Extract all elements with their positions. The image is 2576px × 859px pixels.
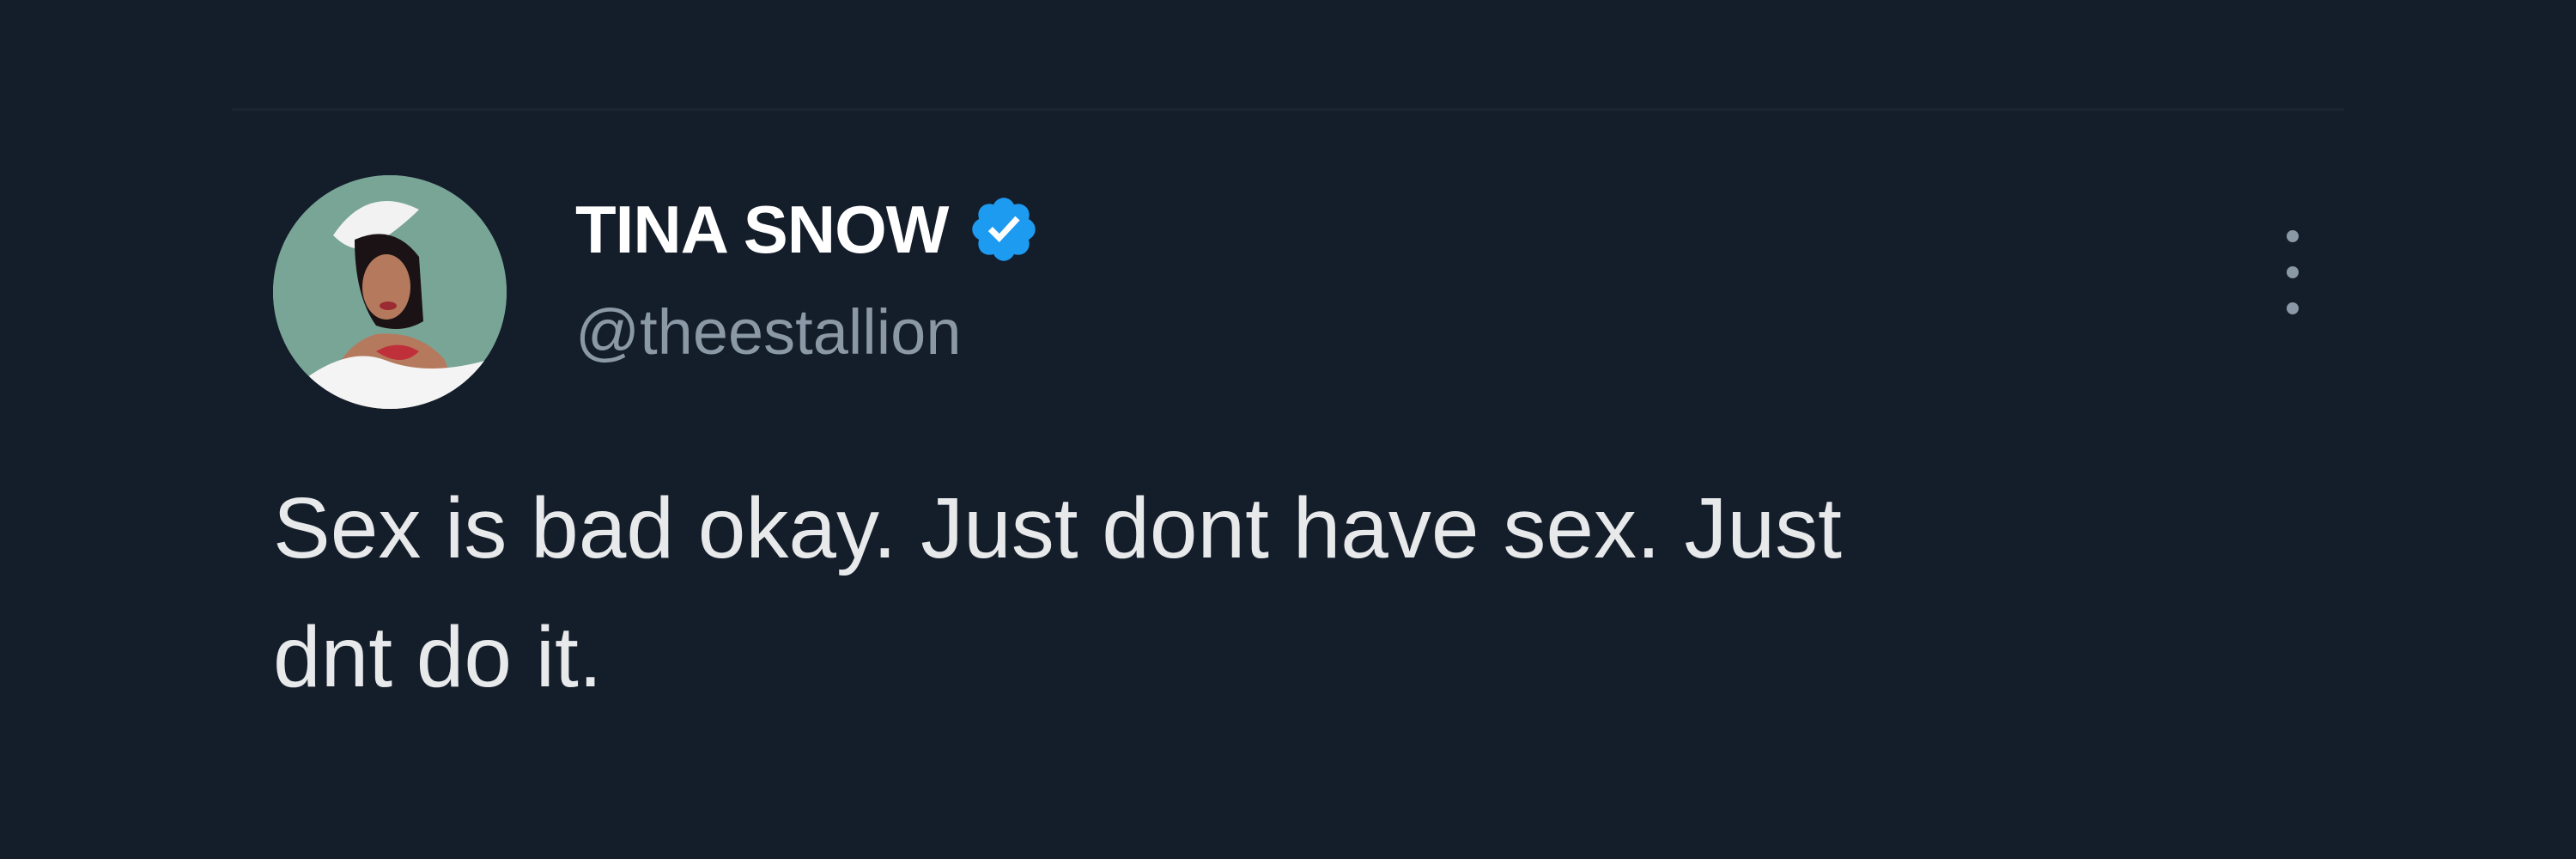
tweet-card: TINA SNOW @theestallion Sex is bad okay.… [0, 0, 2576, 859]
tweet-text: Sex is bad okay. Just dont have sex. Jus… [273, 464, 2248, 722]
author-avatar[interactable] [273, 175, 507, 409]
author-name[interactable]: TINA SNOW [575, 191, 949, 268]
more-dot [2287, 266, 2299, 278]
more-dot [2287, 230, 2299, 242]
author-handle[interactable]: @theestallion [575, 294, 962, 371]
more-dot [2287, 302, 2299, 314]
verified-badge-icon [972, 198, 1036, 261]
tweet-text-line: dnt do it. [273, 609, 603, 705]
divider [232, 108, 2344, 111]
avatar-image [273, 175, 507, 409]
more-options-icon[interactable] [2272, 225, 2313, 320]
tweet-text-line: Sex is bad okay. Just dont have sex. Jus… [273, 480, 1842, 576]
author-name-row: TINA SNOW [575, 191, 1041, 268]
